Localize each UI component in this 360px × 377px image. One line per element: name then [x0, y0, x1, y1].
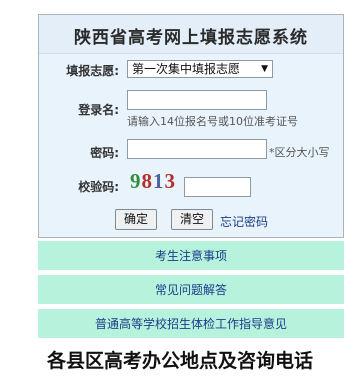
password-hint: *区分大小写: [269, 146, 330, 159]
captcha-label: 校验码:: [78, 180, 119, 194]
captcha-digit: 8: [141, 169, 153, 193]
captcha-digit: 9: [130, 169, 142, 193]
captcha-digit: 1: [153, 169, 165, 193]
login-name-input[interactable]: [127, 90, 267, 110]
login-panel: 陕西省高考网上填报志愿系统 填报志愿: 第一次集中填报志愿 ▼ 登录名: 请输入…: [38, 14, 344, 238]
forgot-password-link[interactable]: 忘记密码: [220, 213, 268, 230]
login-name-label: 登录名:: [78, 103, 119, 117]
login-name-hint: 请输入14位报名号或10位准考证号: [127, 115, 298, 128]
clear-button[interactable]: 清空: [171, 209, 213, 230]
captcha-image: 9813: [130, 170, 180, 192]
page-title: 陕西省高考网上填报志愿系统: [74, 28, 308, 48]
captcha-input[interactable]: [184, 177, 251, 197]
password-input[interactable]: [127, 139, 267, 159]
confirm-button[interactable]: 确定: [115, 209, 157, 230]
faq-link[interactable]: 常见问题解答: [38, 274, 344, 304]
notes-link[interactable]: 考生注意事项: [38, 240, 344, 270]
captcha-digit: 3: [164, 169, 176, 193]
batch-select[interactable]: 第一次集中填报志愿 ▼: [127, 60, 273, 78]
health-guide-link[interactable]: 普通高等学校招生体检工作指导意见: [38, 308, 344, 338]
batch-select-value: 第一次集中填报志愿: [132, 62, 241, 76]
batch-label: 填报志愿:: [66, 64, 119, 78]
chevron-down-icon: ▼: [261, 64, 268, 74]
password-label: 密码:: [90, 146, 119, 160]
footer-heading: 各县区高考办公地点及咨询电话: [46, 350, 313, 372]
